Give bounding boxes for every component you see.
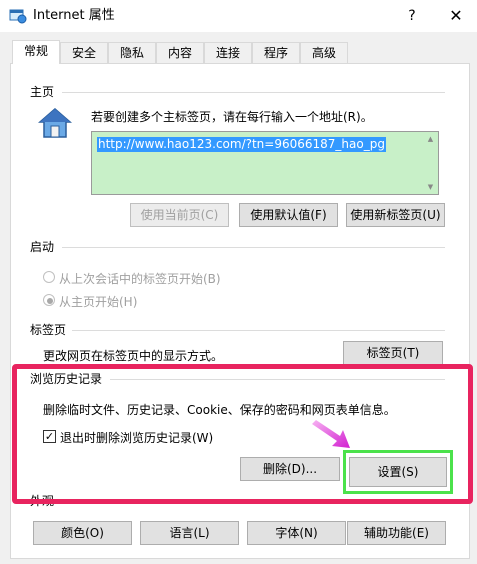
settings-highlight-frame: [343, 450, 453, 494]
languages-button[interactable]: 语言(L): [140, 521, 239, 545]
home-section-label: 主页: [30, 85, 55, 99]
house-icon: [37, 107, 73, 139]
use-default-button[interactable]: 使用默认值(F): [239, 203, 338, 227]
tab-connections[interactable]: 连接: [204, 42, 252, 63]
tab-programs[interactable]: 程序: [252, 42, 300, 63]
home-instruction: 若要创建多个主标签页，请在每行输入一个地址(R)。: [91, 110, 373, 124]
tab-privacy[interactable]: 隐私: [108, 42, 156, 63]
internet-options-icon: [9, 8, 27, 24]
tab-advanced[interactable]: 高级: [300, 42, 348, 63]
radio-selected-dot: [47, 298, 53, 304]
tabs-button[interactable]: 标签页(T): [343, 341, 443, 365]
startup-homepage-label: 从主页开始(H): [59, 295, 138, 309]
homepage-url-text: http://www.hao123.com/?tn=96066187_hao_p…: [97, 137, 386, 152]
tabs-section-label: 标签页: [30, 323, 67, 337]
scroll-up-icon[interactable]: ▲: [424, 133, 437, 145]
tabs-divider: [72, 330, 445, 331]
startup-last-session-label: 从上次会话中的标签页开始(B): [59, 272, 221, 286]
startup-last-session-radio[interactable]: [43, 271, 55, 283]
scroll-down-icon[interactable]: ▼: [424, 181, 437, 193]
internet-options-window: Internet 属性 ? ✕ 常规 安全 隐私 内容 连接 程序 高级 主页 …: [0, 0, 477, 564]
tab-security[interactable]: 安全: [60, 42, 108, 63]
colors-button[interactable]: 颜色(O): [33, 521, 132, 545]
tab-content[interactable]: 内容: [156, 42, 204, 63]
startup-divider: [62, 247, 445, 248]
window-title: Internet 属性: [33, 8, 115, 23]
fonts-button[interactable]: 字体(N): [247, 521, 346, 545]
close-button[interactable]: ✕: [438, 2, 474, 30]
startup-section-label: 启动: [30, 240, 55, 254]
help-button[interactable]: ?: [394, 2, 430, 30]
use-current-button[interactable]: 使用当前页(C): [130, 203, 229, 227]
pointer-arrow-icon: [310, 418, 354, 452]
home-divider: [62, 92, 445, 93]
use-new-tab-button[interactable]: 使用新标签页(U): [346, 203, 445, 227]
accessibility-button[interactable]: 辅助功能(E): [347, 521, 446, 545]
tab-general[interactable]: 常规: [12, 40, 60, 64]
tabs-description: 更改网页在标签页中的显示方式。: [43, 349, 224, 363]
